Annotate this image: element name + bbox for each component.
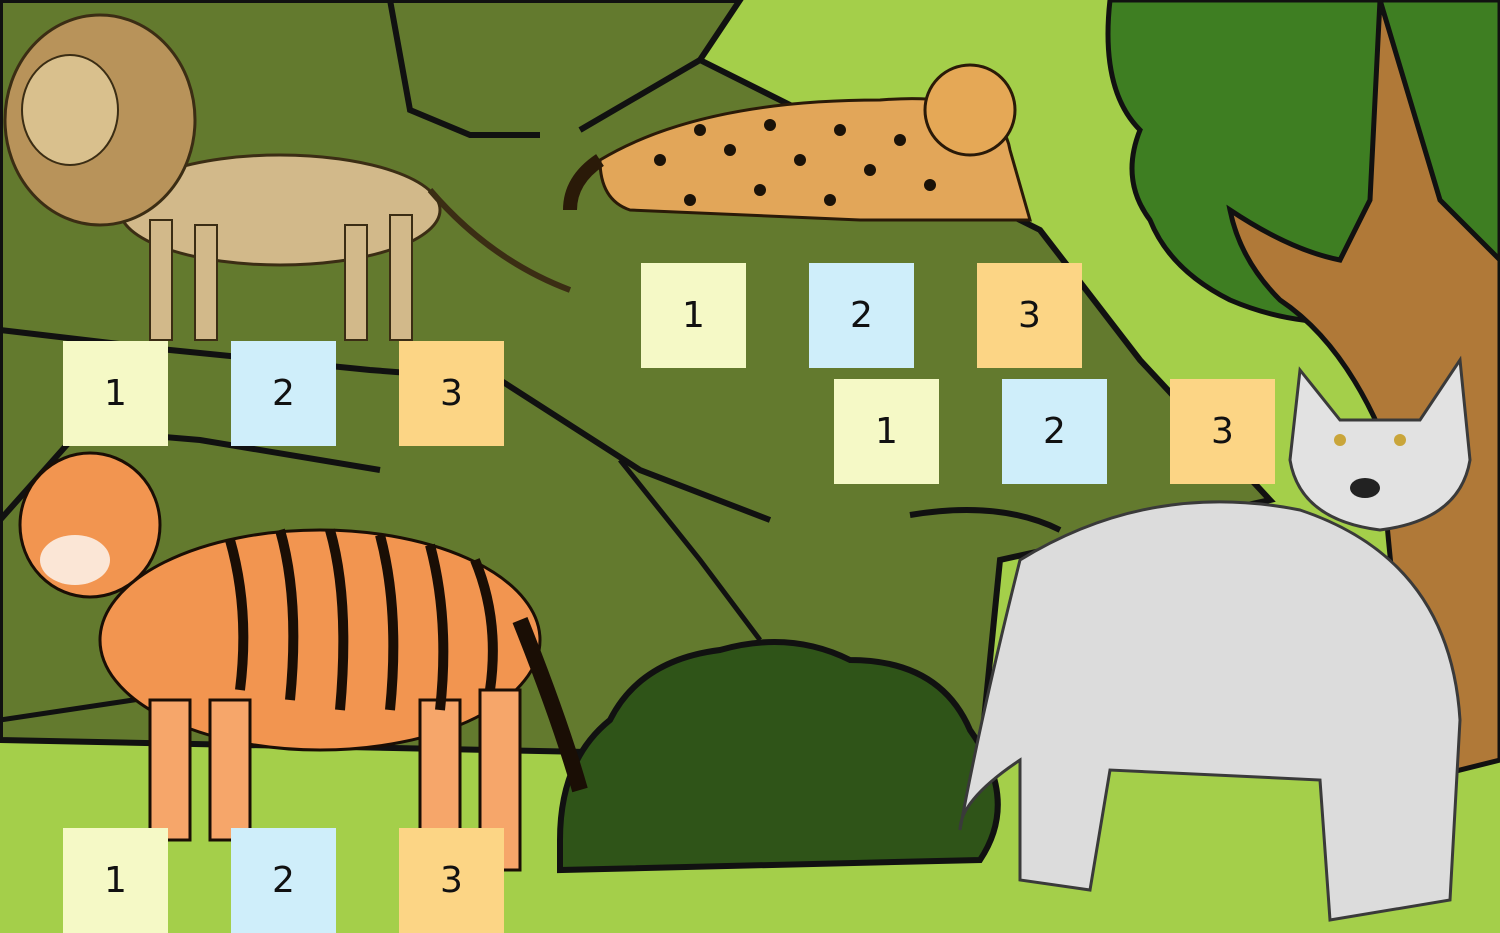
jaguar-tile-3[interactable]: 3 (977, 263, 1082, 368)
jaguar-tile-2[interactable]: 2 (809, 263, 914, 368)
jungle-background (0, 0, 1500, 933)
wolf-tile-1[interactable]: 1 (834, 379, 939, 484)
jaguar-tile-1[interactable]: 1 (641, 263, 746, 368)
lion-tile-3[interactable]: 3 (399, 341, 504, 446)
tiger-tile-2[interactable]: 2 (231, 828, 336, 933)
lion-tile-2[interactable]: 2 (231, 341, 336, 446)
lion-tile-1[interactable]: 1 (63, 341, 168, 446)
game-scene: 1 2 3 1 2 3 1 2 3 1 2 3 (0, 0, 1500, 933)
tiger-tile-1[interactable]: 1 (63, 828, 168, 933)
wolf-tile-3[interactable]: 3 (1170, 379, 1275, 484)
tiger-tile-3[interactable]: 3 (399, 828, 504, 933)
wolf-tile-2[interactable]: 2 (1002, 379, 1107, 484)
